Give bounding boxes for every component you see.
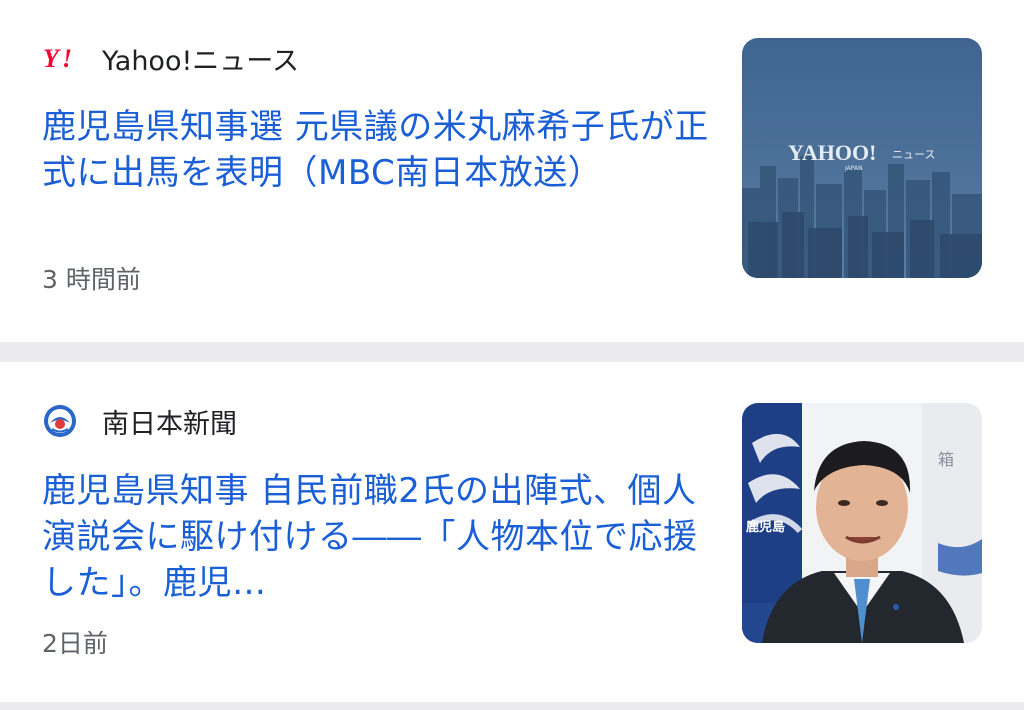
article-thumbnail[interactable]: 鹿児島 箱 xyxy=(742,403,982,643)
svg-text:!: ! xyxy=(62,44,72,73)
thumbnail-logo-sub: JAPAN xyxy=(844,165,863,172)
news-card[interactable]: 南日本新聞 鹿児島県知事 自民前職2氏の出陣式、個人演説会に駆け付ける――「人物… xyxy=(0,362,1024,702)
yahoo-logo-icon: Y ! xyxy=(42,38,84,78)
backdrop-text-right: 箱 xyxy=(938,450,954,469)
minaminippon-logo-icon xyxy=(42,401,84,441)
thumbnail-logo-text: YAHOO! xyxy=(788,140,876,165)
source-row: Y ! Yahoo!ニュース xyxy=(42,38,299,78)
article-headline[interactable]: 鹿児島県知事選 元県議の米丸麻希子氏が正式に出馬を表明（MBC南日本放送） xyxy=(42,104,712,196)
news-feed: Y ! Yahoo!ニュース 鹿児島県知事選 元県議の米丸麻希子氏が正式に出馬を… xyxy=(0,0,1024,710)
article-headline[interactable]: 鹿児島県知事 自民前職2氏の出陣式、個人演説会に駆け付ける――「人物本位で応援し… xyxy=(42,468,712,606)
card-divider xyxy=(0,702,1024,710)
source-name: Yahoo!ニュース xyxy=(102,45,299,77)
card-divider xyxy=(0,342,1024,362)
article-thumbnail[interactable]: YAHOO! ニュース JAPAN xyxy=(742,38,982,278)
thumbnail-logo-suffix: ニュース xyxy=(892,148,935,161)
article-timestamp: 2日前 xyxy=(42,629,108,658)
backdrop-text: 鹿児島 xyxy=(746,519,785,535)
news-card[interactable]: Y ! Yahoo!ニュース 鹿児島県知事選 元県議の米丸麻希子氏が正式に出馬を… xyxy=(0,0,1024,342)
source-name: 南日本新聞 xyxy=(102,408,237,440)
source-row: 南日本新聞 xyxy=(42,401,237,441)
svg-text:Y: Y xyxy=(43,44,61,73)
article-timestamp: 3 時間前 xyxy=(42,265,141,294)
